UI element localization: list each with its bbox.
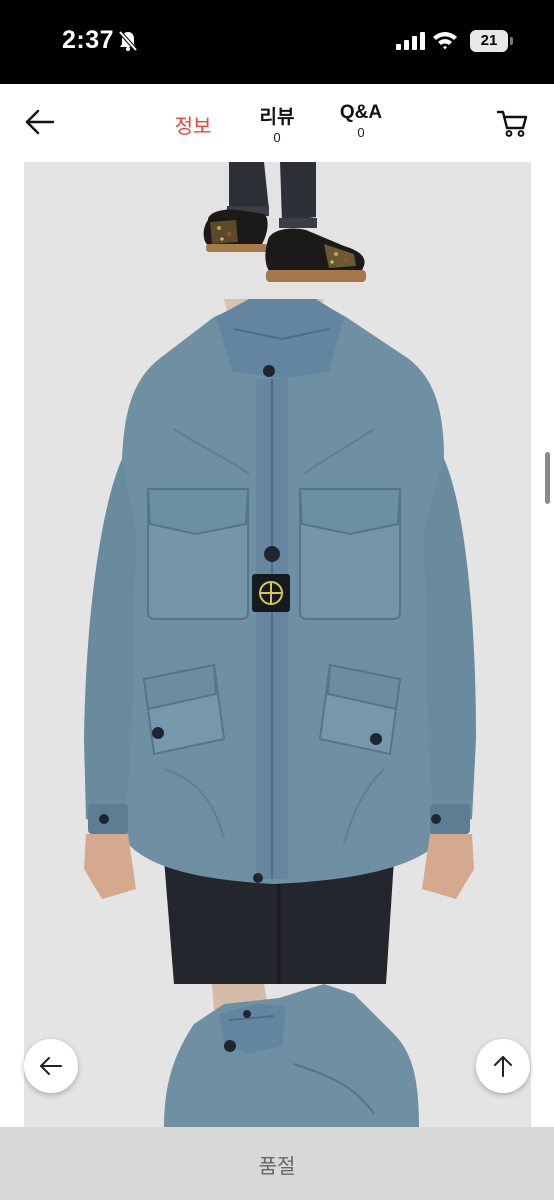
- tab-qa-label: Q&A: [339, 102, 383, 123]
- tab-review-count: 0: [273, 130, 281, 145]
- sold-out-label: 품절: [258, 1154, 296, 1178]
- product-image-gallery[interactable]: [24, 162, 531, 1127]
- cellular-signal-icon: [396, 32, 425, 50]
- status-time: 2:37: [62, 26, 115, 54]
- product-photo-jacket-front: [24, 299, 531, 984]
- status-bar: 2:37 21: [0, 0, 554, 84]
- battery-tip: [510, 37, 513, 45]
- arrow-left-icon: [40, 1057, 62, 1075]
- product-photo-jacket-side: [24, 984, 531, 1127]
- arrow-left-icon[interactable]: [24, 108, 56, 136]
- battery-icon: 21: [470, 30, 508, 52]
- silent-bell-icon: [118, 30, 138, 52]
- tab-review-label: 리뷰: [259, 107, 295, 128]
- scrollbar[interactable]: [545, 452, 550, 504]
- tab-info-label: 정보: [174, 116, 212, 138]
- shopping-cart-icon[interactable]: [496, 108, 528, 138]
- tab-review[interactable]: 리뷰 0: [252, 102, 302, 145]
- app-header: 정보 리뷰 0 Q&A 0: [0, 84, 554, 162]
- floating-back-button[interactable]: [24, 1039, 78, 1093]
- tab-qa[interactable]: Q&A 0: [334, 102, 388, 140]
- tab-info[interactable]: 정보: [168, 110, 218, 139]
- wifi-icon: [433, 32, 457, 50]
- tab-qa-count: 0: [357, 125, 365, 140]
- sold-out-bar: 품절: [0, 1127, 554, 1200]
- arrow-up-icon: [494, 1056, 512, 1077]
- product-photo-shoes: [24, 162, 531, 299]
- scroll-to-top-button[interactable]: [476, 1039, 530, 1093]
